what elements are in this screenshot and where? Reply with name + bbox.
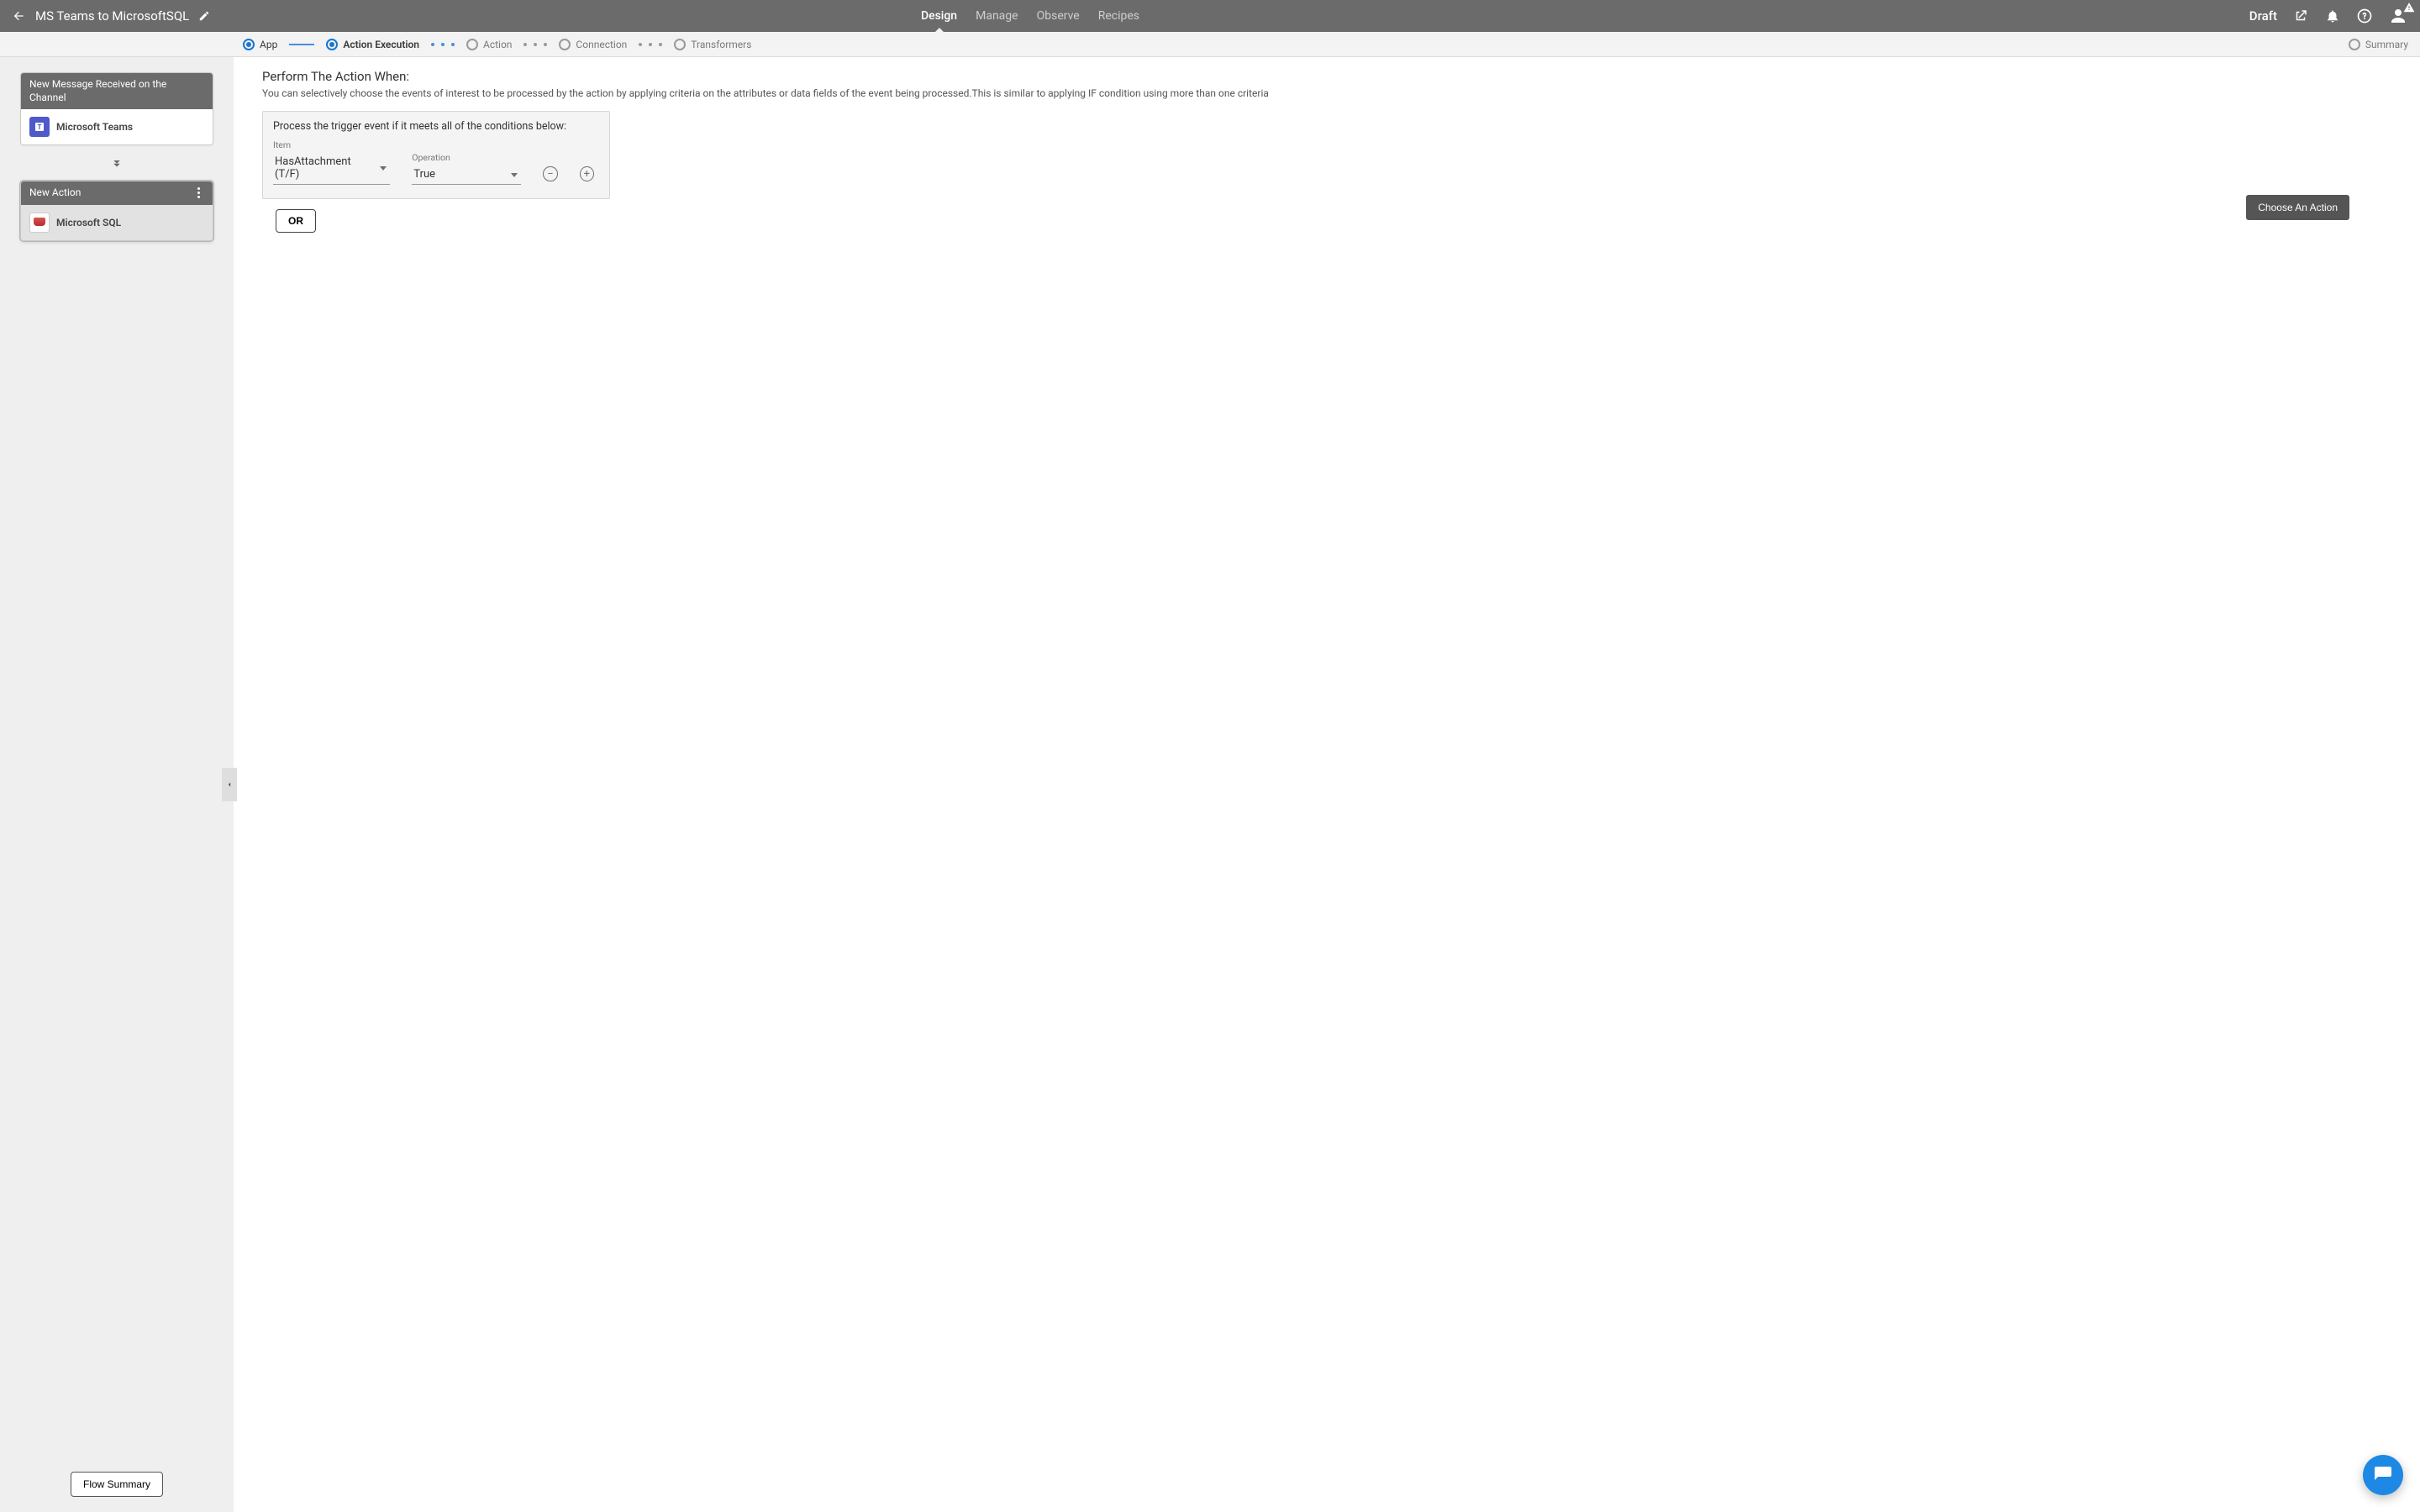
- step-separator: [431, 43, 455, 46]
- radio-icon: [243, 39, 255, 50]
- more-vert-icon[interactable]: [192, 187, 204, 198]
- trigger-header: New Message Received on the Channel: [21, 73, 213, 109]
- flow-summary-button[interactable]: Flow Summary: [71, 1472, 163, 1497]
- topbar: MS Teams to MicrosoftSQL Design Manage O…: [0, 0, 2420, 32]
- step-action[interactable]: Action: [466, 39, 512, 50]
- step-label: Connection: [576, 39, 627, 50]
- flow-arrow-icon: [20, 155, 213, 171]
- add-condition-icon[interactable]: +: [580, 166, 594, 181]
- radio-icon: [674, 39, 686, 50]
- radio-icon: [2349, 39, 2360, 50]
- action-body: Microsoft SQL: [21, 205, 213, 240]
- collapse-sidebar-handle[interactable]: [222, 768, 237, 801]
- warning-badge-icon: [2403, 2, 2415, 13]
- chat-bubble-icon[interactable]: [2363, 1455, 2403, 1495]
- sql-icon: [29, 213, 50, 233]
- tab-recipes[interactable]: Recipes: [1098, 0, 1139, 32]
- topbar-right: Draft: [2249, 6, 2408, 26]
- action-card[interactable]: New Action Microsoft SQL: [20, 181, 213, 241]
- operation-select[interactable]: True: [412, 165, 521, 185]
- item-select[interactable]: HasAttachment (T/F): [273, 152, 390, 185]
- open-external-icon[interactable]: [2292, 8, 2309, 24]
- trigger-title: New Message Received on the Channel: [29, 78, 204, 104]
- choose-action-button[interactable]: Choose An Action: [2246, 195, 2349, 220]
- step-label: Action Execution: [343, 39, 419, 50]
- step-label: Transformers: [691, 39, 751, 50]
- teams-icon: [29, 117, 50, 137]
- step-bar: App Action Execution Action Connection T…: [0, 32, 2420, 57]
- step-label: Summary: [2365, 39, 2408, 50]
- content: Perform The Action When: You can selecti…: [234, 57, 2420, 1512]
- tab-manage[interactable]: Manage: [976, 0, 1018, 32]
- help-icon[interactable]: [2356, 8, 2373, 24]
- item-label: Item: [273, 139, 390, 150]
- item-field-group: Item HasAttachment (T/F): [273, 139, 390, 185]
- sidebar: New Message Received on the Channel Micr…: [0, 57, 234, 1512]
- step-label: Action: [483, 39, 512, 50]
- step-separator: [639, 43, 662, 46]
- operation-label: Operation: [412, 152, 521, 163]
- radio-icon: [326, 39, 338, 50]
- topbar-left: MS Teams to MicrosoftSQL: [12, 8, 211, 24]
- radio-icon: [466, 39, 478, 50]
- or-button[interactable]: OR: [276, 209, 316, 233]
- step-app[interactable]: App: [243, 39, 277, 50]
- action-app-label: Microsoft SQL: [56, 217, 121, 228]
- remove-condition-icon[interactable]: −: [543, 166, 557, 181]
- avatar[interactable]: [2388, 6, 2408, 26]
- condition-block: Process the trigger event if it meets al…: [262, 111, 610, 199]
- step-separator: [523, 43, 547, 46]
- tab-design[interactable]: Design: [921, 0, 957, 32]
- step-action-execution[interactable]: Action Execution: [326, 39, 419, 50]
- flow-title: MS Teams to MicrosoftSQL: [35, 8, 189, 24]
- condition-row: Item HasAttachment (T/F) Operation True …: [273, 139, 594, 185]
- action-title: New Action: [29, 186, 81, 200]
- step-summary[interactable]: Summary: [2349, 39, 2408, 50]
- section-title: Perform The Action When:: [262, 69, 2420, 84]
- topbar-tabs: Design Manage Observe Recipes: [921, 0, 1139, 32]
- trigger-body: Microsoft Teams: [21, 109, 213, 144]
- trigger-app-label: Microsoft Teams: [56, 121, 133, 133]
- tab-observe[interactable]: Observe: [1037, 0, 1080, 32]
- status-label: Draft: [2249, 8, 2277, 24]
- trigger-card[interactable]: New Message Received on the Channel Micr…: [20, 72, 213, 145]
- operation-field-group: Operation True: [412, 152, 521, 185]
- bell-icon[interactable]: [2324, 8, 2341, 24]
- radio-icon: [559, 39, 571, 50]
- main: New Message Received on the Channel Micr…: [0, 57, 2420, 1512]
- action-header: New Action: [21, 181, 213, 205]
- step-separator: [289, 44, 314, 45]
- condition-caption: Process the trigger event if it meets al…: [273, 120, 594, 133]
- edit-pencil-icon[interactable]: [197, 9, 211, 23]
- back-arrow-icon[interactable]: [12, 8, 27, 24]
- step-label: App: [260, 39, 277, 50]
- section-description: You can selectively choose the events of…: [262, 87, 2420, 99]
- step-transformers[interactable]: Transformers: [674, 39, 751, 50]
- step-connection[interactable]: Connection: [559, 39, 627, 50]
